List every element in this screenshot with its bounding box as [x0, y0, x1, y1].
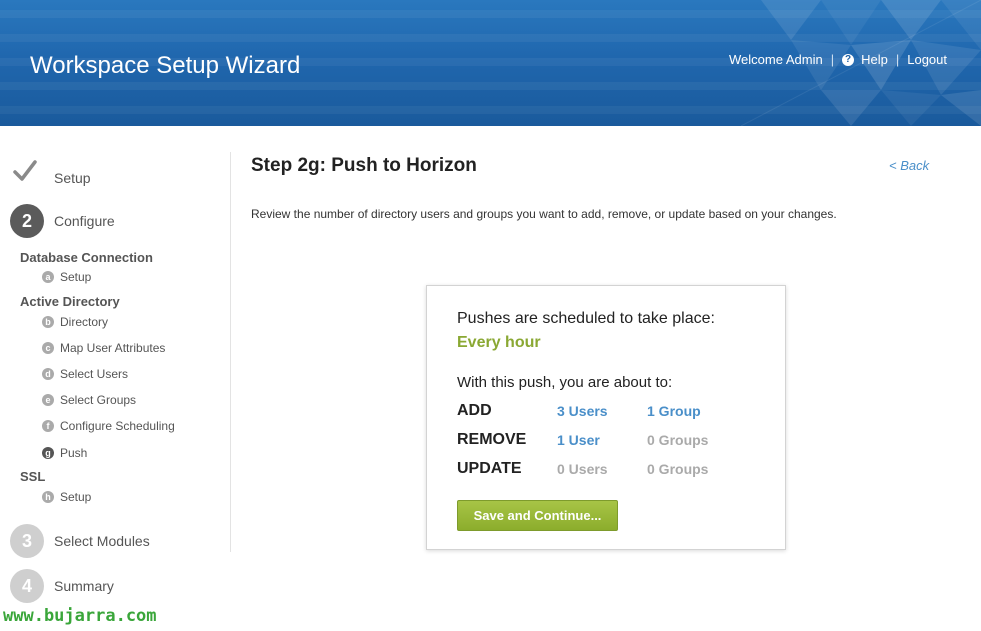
action-label: UPDATE: [457, 460, 522, 477]
step-label: Select Modules: [54, 533, 150, 549]
separator: |: [895, 52, 900, 67]
groups-count-link[interactable]: 1 Group: [647, 403, 701, 419]
push-intro-text: With this push, you are about to:: [457, 374, 673, 391]
step-configure[interactable]: 2 Configure: [10, 204, 115, 238]
substep-db-setup[interactable]: a Setup: [42, 270, 91, 284]
separator: |: [830, 52, 835, 67]
groups-count: 0 Groups: [647, 432, 709, 448]
users-count-link[interactable]: 1 User: [557, 432, 600, 448]
substep-push[interactable]: g Push: [42, 446, 87, 460]
step-label: Configure: [54, 213, 115, 229]
user-bar: Welcome Admin | ? Help | Logout: [729, 52, 947, 67]
substep-configure-scheduling[interactable]: f Configure Scheduling: [42, 419, 175, 433]
substep-directory[interactable]: b Directory: [42, 315, 108, 329]
action-label: ADD: [457, 402, 492, 419]
substep-letter-badge: f: [42, 420, 54, 432]
push-row-update: UPDATE 0 Users 0 Groups: [457, 460, 757, 482]
step-select-modules[interactable]: 3 Select Modules: [10, 524, 150, 558]
app-header: Workspace Setup Wizard Welcome Admin | ?…: [0, 0, 981, 126]
substep-letter-badge: e: [42, 394, 54, 406]
schedule-value: Every hour: [457, 334, 541, 351]
substep-select-users[interactable]: d Select Users: [42, 367, 128, 381]
step-setup[interactable]: Setup: [54, 170, 91, 186]
substep-letter-badge: g: [42, 447, 54, 459]
substep-label: Directory: [60, 315, 109, 329]
substep-letter-badge: d: [42, 368, 54, 380]
push-row-add: ADD 3 Users 1 Group: [457, 402, 757, 424]
push-row-remove: REMOVE 1 User 0 Groups: [457, 431, 757, 453]
help-link[interactable]: Help: [861, 52, 888, 67]
users-count: 0 Users: [557, 461, 608, 477]
substep-letter-badge: c: [42, 342, 54, 354]
substep-select-groups[interactable]: e Select Groups: [42, 393, 136, 407]
substep-label: Select Groups: [60, 393, 137, 407]
substep-letter-badge: a: [42, 271, 54, 283]
substep-label: Map User Attributes: [60, 341, 166, 355]
substep-label: Configure Scheduling: [60, 419, 175, 433]
step-summary[interactable]: 4 Summary: [10, 569, 114, 603]
welcome-text: Welcome Admin: [729, 52, 823, 67]
step-number-badge: 3: [10, 524, 44, 558]
section-database-connection: Database Connection: [20, 250, 153, 265]
help-icon[interactable]: ?: [842, 53, 855, 66]
page-title: Step 2g: Push to Horizon: [251, 155, 477, 176]
page-description: Review the number of directory users and…: [251, 207, 837, 221]
substep-label: Setup: [60, 490, 92, 504]
step-label: Summary: [54, 578, 114, 594]
step-number-badge: 4: [10, 569, 44, 603]
substep-label: Push: [60, 446, 88, 460]
substep-letter-badge: h: [42, 491, 54, 503]
app-title: Workspace Setup Wizard: [30, 52, 301, 79]
checkmark-icon: [13, 160, 37, 181]
watermark: www.bujarra.com: [3, 606, 157, 626]
sidebar-divider: [230, 152, 231, 552]
substep-ssl-setup[interactable]: h Setup: [42, 490, 91, 504]
logout-link[interactable]: Logout: [907, 52, 947, 67]
users-count-link[interactable]: 3 Users: [557, 403, 608, 419]
push-summary-card: Pushes are scheduled to take place: Ever…: [426, 285, 786, 550]
back-link[interactable]: < Back: [889, 158, 929, 173]
groups-count: 0 Groups: [647, 461, 709, 477]
substep-label: Select Users: [60, 367, 129, 381]
substep-label: Setup: [60, 270, 92, 284]
section-ssl: SSL: [20, 469, 46, 484]
substep-letter-badge: b: [42, 316, 54, 328]
step-number-badge: 2: [10, 204, 44, 238]
action-label: REMOVE: [457, 431, 527, 448]
substep-map-user-attributes[interactable]: c Map User Attributes: [42, 341, 165, 355]
schedule-text: Pushes are scheduled to take place:: [457, 310, 715, 327]
save-and-continue-button[interactable]: Save and Continue...: [457, 500, 618, 531]
section-active-directory: Active Directory: [20, 294, 120, 309]
